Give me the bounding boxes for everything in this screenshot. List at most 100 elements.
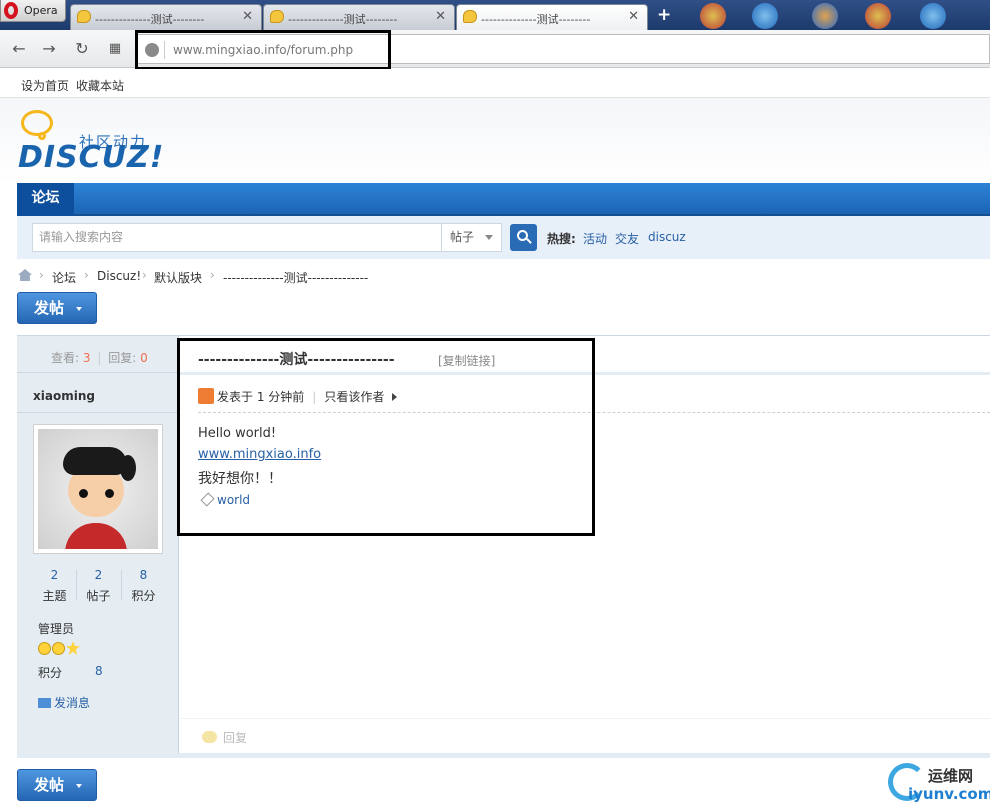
- reload-icon[interactable]: ↻: [72, 39, 92, 58]
- breadcrumb-discuz[interactable]: Discuz!: [97, 269, 141, 283]
- avatar-eye-right: [105, 489, 114, 498]
- browser-tab-3-active[interactable]: --------------测试-------- ✕: [456, 4, 648, 30]
- stat-posts[interactable]: 2 帖子: [77, 568, 120, 604]
- avatar-hair-curl: [120, 455, 136, 481]
- chevron-down-icon: [76, 307, 82, 311]
- new-post-button-bottom[interactable]: 发帖: [17, 769, 97, 801]
- watermark-cn: 运维网: [928, 767, 974, 785]
- avatar-eye-left: [79, 489, 88, 498]
- avatar-shirt: [65, 523, 127, 549]
- author-sidebar: 查看: 3 | 回复: 0 xiaoming 2 主题 2 帖子 8 积分 管理…: [17, 336, 179, 758]
- breadcrumb-thread: --------------测试--------------: [223, 271, 369, 285]
- search-icon-handle: [526, 238, 532, 244]
- send-message-link[interactable]: 发消息: [38, 694, 90, 711]
- hot-search-label: 热搜:: [547, 232, 576, 246]
- stat-threads-value: 2: [50, 568, 59, 582]
- stats-divider: |: [97, 351, 102, 365]
- hot-link-discuz[interactable]: discuz: [648, 230, 686, 244]
- post-bottom-strip: [17, 753, 990, 758]
- author-role[interactable]: 管理员: [38, 620, 74, 637]
- author-name[interactable]: xiaoming: [33, 389, 95, 403]
- stat-points[interactable]: 8 积分: [122, 568, 165, 604]
- browser-tab-1[interactable]: --------------测试-------- ✕: [70, 4, 262, 30]
- search-button[interactable]: [510, 224, 537, 251]
- breadcrumb-sep: ›: [39, 268, 44, 282]
- search-scope-select[interactable]: 帖子: [441, 223, 502, 252]
- chevron-down-icon: [76, 784, 82, 788]
- tab-label: --------------测试--------: [288, 13, 398, 26]
- search-bar: 请输入搜索内容 帖子 热搜: 活动 交友 discuz: [17, 216, 990, 259]
- desktop-firefox-icon: [812, 3, 838, 29]
- views-count: 3: [82, 351, 91, 365]
- stat-points-label: 积分: [131, 589, 156, 603]
- opera-menu-button[interactable]: Opera: [0, 0, 66, 22]
- stat-posts-label: 帖子: [86, 589, 111, 603]
- forward-arrow-icon[interactable]: →: [39, 39, 59, 58]
- search-scope-value: 帖子: [450, 230, 475, 244]
- replies-label: 回复:: [108, 351, 137, 365]
- home-icon[interactable]: [18, 269, 32, 281]
- main-nav: 论坛: [17, 183, 990, 216]
- chevron-down-icon: [485, 235, 493, 240]
- top-link-bar: 设为首页 收藏本站: [0, 69, 990, 98]
- browser-tab-bar: Opera --------------测试-------- ✕ -------…: [0, 0, 990, 30]
- tab-favicon-icon: [270, 10, 284, 23]
- author-rank-icons: [38, 641, 80, 658]
- new-tab-icon[interactable]: +: [657, 5, 671, 25]
- watermark-en: iyunv.com: [908, 785, 990, 803]
- browser-tab-2[interactable]: --------------测试-------- ✕: [263, 4, 455, 30]
- speed-dial-grid-icon[interactable]: ▦: [105, 41, 125, 56]
- desktop-chrome-icon: [700, 3, 726, 29]
- desktop-ie-icon-2: [920, 3, 946, 29]
- stat-posts-value: 2: [94, 568, 103, 582]
- breadcrumb: › 论坛 › Discuz! › 默认版块 › --------------测试…: [17, 267, 917, 285]
- avatar[interactable]: [33, 424, 163, 554]
- post-highlight-box: [177, 338, 595, 536]
- logo-bubble-icon: [21, 110, 53, 136]
- reply-label: 回复: [223, 731, 248, 745]
- desktop-ie-icon: [752, 3, 778, 29]
- search-input[interactable]: 请输入搜索内容: [32, 223, 441, 252]
- watermark: 运维网 iyunv.com: [886, 760, 990, 806]
- tab-label: --------------测试--------: [481, 13, 591, 26]
- envelope-icon: [38, 698, 51, 708]
- reply-icon: [202, 731, 217, 743]
- replies-count: 0: [140, 351, 148, 365]
- logo-bubble-tail: [38, 132, 46, 140]
- breadcrumb-sep: ›: [84, 268, 89, 282]
- breadcrumb-forum[interactable]: 论坛: [52, 269, 76, 286]
- author-points-value: 8: [95, 664, 103, 678]
- tab-favicon-icon: [463, 10, 477, 23]
- tab-close-icon[interactable]: ✕: [242, 9, 253, 24]
- star-icon: [66, 641, 80, 655]
- bookmark-site-link[interactable]: 收藏本站: [76, 77, 124, 94]
- thread-stats: 查看: 3 | 回复: 0: [51, 349, 148, 366]
- tab-close-icon[interactable]: ✕: [435, 9, 446, 24]
- reply-divider: [180, 718, 990, 719]
- hot-link-friends[interactable]: 交友: [615, 230, 639, 247]
- desktop-chrome-icon-2: [865, 3, 891, 29]
- smiley-icon: [38, 642, 51, 655]
- tab-close-icon[interactable]: ✕: [628, 9, 639, 24]
- avatar-hair: [63, 447, 127, 475]
- tab-favicon-icon: [77, 10, 91, 23]
- discuz-logo[interactable]: DISCUZ!: [18, 140, 164, 175]
- back-arrow-icon[interactable]: ←: [9, 39, 29, 58]
- new-post-label: 发帖: [34, 776, 65, 794]
- new-post-label: 发帖: [34, 299, 65, 317]
- stat-threads-label: 主题: [42, 589, 67, 603]
- views-label: 查看:: [51, 351, 80, 365]
- set-homepage-link[interactable]: 设为首页: [21, 77, 69, 94]
- breadcrumb-default-board[interactable]: 默认版块: [154, 269, 202, 286]
- stat-threads[interactable]: 2 主题: [33, 568, 76, 604]
- hot-link-activity[interactable]: 活动: [583, 230, 607, 247]
- stat-points-value: 8: [139, 568, 148, 582]
- tab-label: --------------测试--------: [95, 13, 205, 26]
- nav-item-forum[interactable]: 论坛: [17, 183, 74, 216]
- sidebar-divider: [17, 412, 179, 413]
- new-post-button-top[interactable]: 发帖: [17, 292, 97, 324]
- address-highlight-box: [135, 30, 391, 70]
- sidebar-divider: [17, 372, 179, 373]
- reply-button[interactable]: 回复: [202, 729, 247, 746]
- author-points-label: 积分: [38, 666, 63, 680]
